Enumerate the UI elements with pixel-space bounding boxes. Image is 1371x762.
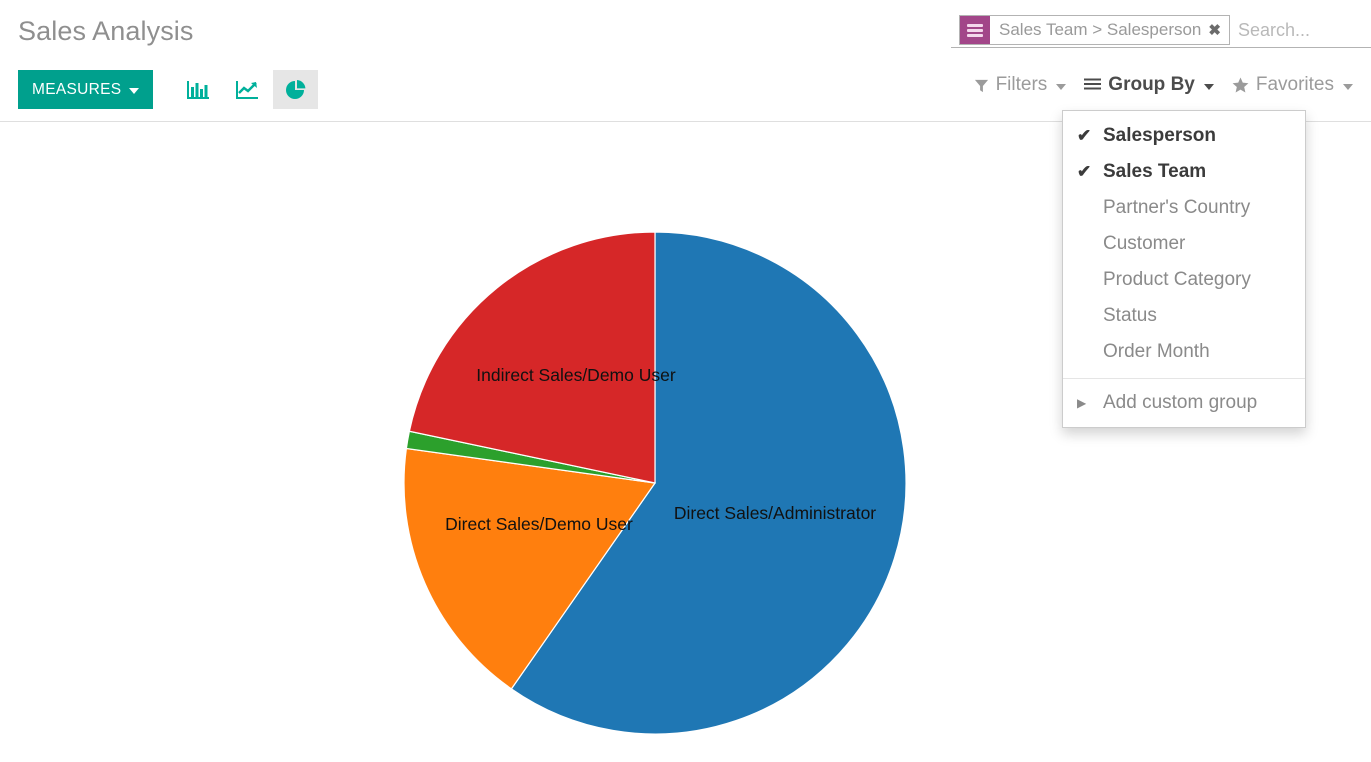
view-toolbar: MEASURES (18, 70, 319, 109)
line-chart-icon (235, 79, 259, 101)
close-icon[interactable]: ✖ (1208, 16, 1229, 44)
line-chart-view-button[interactable] (224, 70, 269, 109)
group-by-item-label: Salesperson (1103, 125, 1216, 146)
view-switcher (175, 70, 319, 109)
group-by-item-label: Partner's Country (1103, 197, 1251, 218)
pie-slice-label: Direct Sales/Administrator (674, 503, 876, 523)
funnel-icon (974, 78, 989, 93)
filters-label: Filters (995, 74, 1048, 95)
group-by-dropdown: ✔ Salesperson ✔ Sales Team ✔ Partner's C… (1062, 110, 1306, 428)
group-by-item-label: Order Month (1103, 341, 1210, 362)
chevron-down-icon (1343, 83, 1353, 90)
page-title: Sales Analysis (18, 16, 194, 46)
control-panel: Sales Analysis MEASURES Sales Team > Sal… (0, 0, 1371, 122)
group-by-item-sales-team[interactable]: ✔ Sales Team (1063, 154, 1305, 190)
chevron-down-icon (129, 87, 140, 94)
search-view: Sales Team > Salesperson ✖ (951, 14, 1371, 48)
chevron-down-icon (1203, 83, 1214, 90)
group-by-item-label: Product Category (1103, 269, 1251, 290)
add-custom-group-label: Add custom group (1103, 392, 1258, 413)
search-facet-group-by[interactable]: Sales Team > Salesperson ✖ (959, 15, 1230, 45)
pie-slice-label: Direct Sales/Demo User (445, 514, 633, 534)
chevron-down-icon (1056, 83, 1067, 90)
star-icon (1232, 77, 1249, 93)
check-icon: ✔ (1077, 162, 1092, 181)
bar-chart-icon (186, 79, 210, 101)
group-by-item-label: Customer (1103, 233, 1186, 254)
group-by-item-product-category[interactable]: ✔ Product Category (1063, 262, 1305, 298)
check-icon: ✔ (1077, 126, 1092, 145)
sales-analysis-page: Sales Analysis MEASURES Sales Team > Sal… (0, 0, 1371, 762)
bar-chart-view-button[interactable] (175, 70, 220, 109)
group-by-item-order-month[interactable]: ✔ Order Month (1063, 334, 1305, 370)
measures-button[interactable]: MEASURES (18, 70, 154, 109)
pie-chart-icon (284, 78, 308, 102)
favorites-menu-toggle[interactable]: Favorites (1232, 74, 1353, 96)
group-by-label: Group By (1108, 74, 1195, 95)
bars-icon (1084, 78, 1102, 92)
favorites-label: Favorites (1255, 74, 1334, 95)
pie-slice-label: Indirect Sales/Demo User (476, 365, 676, 385)
group-by-item-label: Status (1103, 305, 1157, 326)
search-input[interactable] (1229, 14, 1371, 47)
group-by-bars-icon (960, 16, 990, 44)
add-custom-group-item[interactable]: ▶ Add custom group (1063, 379, 1305, 427)
group-by-item-salesperson[interactable]: ✔ Salesperson (1063, 118, 1305, 154)
chevron-right-icon: ▶ (1077, 396, 1087, 410)
group-by-item-status[interactable]: ✔ Status (1063, 298, 1305, 334)
measures-label: MEASURES (32, 80, 122, 98)
search-facet-label: Sales Team > Salesperson (999, 20, 1202, 39)
pie-chart-view-button[interactable] (273, 70, 319, 109)
group-by-item-customer[interactable]: ✔ Customer (1063, 226, 1305, 262)
group-by-item-label: Sales Team (1103, 161, 1207, 182)
group-by-menu-toggle[interactable]: Group By (1084, 74, 1214, 96)
group-by-item-partners-country[interactable]: ✔ Partner's Country (1063, 190, 1305, 226)
filter-menu-bar: Filters Group By Favorites (974, 74, 1353, 96)
filters-menu-toggle[interactable]: Filters (974, 74, 1067, 96)
